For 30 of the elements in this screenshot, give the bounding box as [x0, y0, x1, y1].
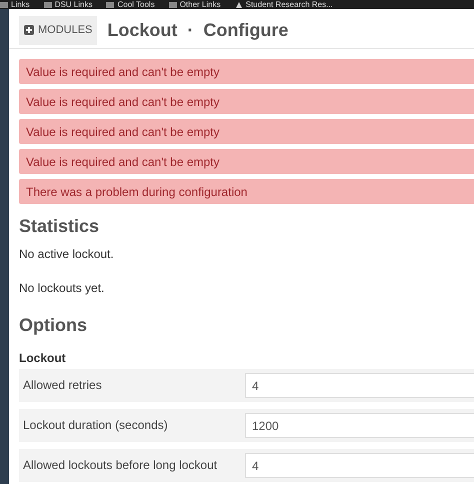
- group-label: Lockout: [19, 351, 67, 365]
- section-heading: Statistics: [19, 216, 100, 237]
- error-alert: There was a problem during configuration: [19, 179, 474, 204]
- field-label: Lockout duration (seconds): [23, 417, 169, 434]
- bookmark-link[interactable]: DSU Links: [54, 0, 92, 9]
- input-field[interactable]: 4: [245, 373, 474, 398]
- bookmark-link[interactable]: Links: [11, 0, 30, 9]
- error-alert: Value is required and can't be empty: [19, 89, 474, 114]
- status-text: No active lockout.: [19, 247, 115, 261]
- error-alert: Value is required and can't be empty: [19, 59, 474, 84]
- field-label: Allowed retries: [23, 377, 103, 394]
- folder-icon: [106, 2, 114, 8]
- input-field[interactable]: 4: [245, 453, 474, 478]
- bookmark-link[interactable]: Student Research Res...: [246, 0, 333, 9]
- field-label: Allowed lockouts before long lockout: [23, 457, 218, 474]
- input-field[interactable]: 1200: [245, 413, 474, 438]
- page-subtitle: Configure: [203, 20, 288, 40]
- folder-icon: [0, 2, 8, 8]
- plus-icon: [24, 25, 34, 35]
- modules-button[interactable]: MODULES: [19, 16, 98, 44]
- bookmark-link[interactable]: Other Links: [180, 0, 221, 9]
- status-text: No lockouts yet.: [19, 281, 106, 295]
- error-alert: Value is required and can't be empty: [19, 119, 474, 144]
- error-alert: Value is required and can't be empty: [19, 149, 474, 174]
- page-title: Lockout: [107, 20, 178, 40]
- title-separator: ·: [187, 20, 194, 40]
- section-heading: Options: [19, 315, 88, 336]
- folder-icon: [168, 2, 177, 8]
- folder-icon: [44, 2, 52, 8]
- bookmark-link[interactable]: Cool Tools: [117, 0, 155, 9]
